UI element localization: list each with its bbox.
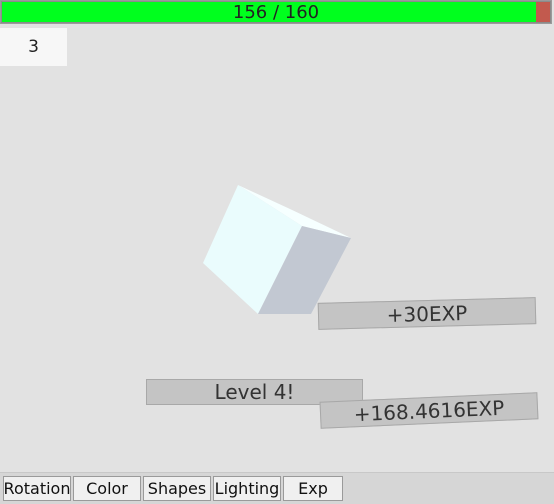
exp-gain-popup: +30EXP: [317, 297, 537, 330]
health-bar: 156 / 160: [0, 0, 552, 24]
exp-button[interactable]: Exp: [283, 476, 343, 501]
bottom-toolbar: Rotation Color Shapes Lighting Exp: [0, 472, 554, 504]
health-bar-text: 156 / 160: [232, 1, 320, 23]
rotation-button[interactable]: Rotation: [3, 476, 71, 501]
counter-display: 3: [0, 28, 67, 66]
cube-object[interactable]: [190, 175, 360, 320]
lighting-button[interactable]: Lighting: [213, 476, 281, 501]
shapes-button[interactable]: Shapes: [143, 476, 211, 501]
color-button[interactable]: Color: [73, 476, 141, 501]
